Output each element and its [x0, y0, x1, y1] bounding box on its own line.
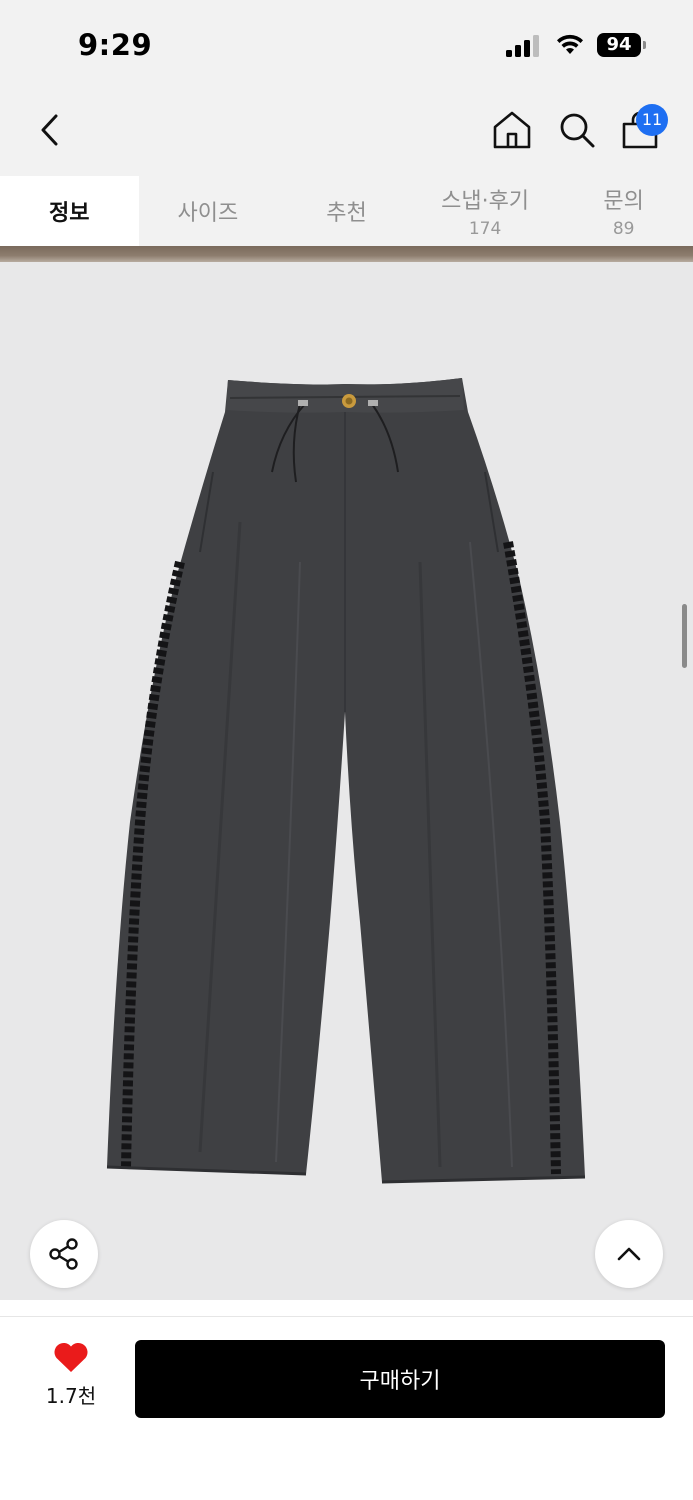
- tab-label: 문의: [603, 189, 644, 214]
- tab-bar: 정보 사이즈 추천 스냅·후기 174 문의 89: [0, 176, 693, 246]
- tab-label: 추천: [326, 201, 367, 226]
- home-icon[interactable]: [490, 108, 534, 152]
- battery-cap: [643, 41, 646, 49]
- scroll-indicator[interactable]: [682, 604, 687, 668]
- share-icon: [49, 1238, 78, 1270]
- product-image[interactable]: [0, 262, 693, 1300]
- buy-button[interactable]: 구매하기: [135, 1340, 665, 1418]
- cart-count-badge: 11: [636, 104, 668, 136]
- search-icon[interactable]: [555, 108, 599, 152]
- tab-count: 174: [468, 219, 502, 239]
- battery-level: 94: [597, 33, 641, 57]
- trousers-image: [106, 378, 586, 1184]
- tab-size[interactable]: 사이즈: [139, 176, 278, 246]
- chevron-up-icon: [617, 1247, 641, 1261]
- tab-info[interactable]: 정보: [0, 176, 139, 246]
- scroll-top-button[interactable]: [595, 1220, 663, 1288]
- heart-icon: [54, 1342, 88, 1372]
- tab-label: 사이즈: [177, 201, 239, 226]
- tab-label: 정보: [49, 201, 90, 226]
- like-button[interactable]: 1.7천: [30, 1340, 112, 1420]
- tab-snap-review[interactable]: 스냅·후기 174: [416, 176, 555, 246]
- tab-inquiry[interactable]: 문의 89: [554, 176, 693, 246]
- back-chevron-icon[interactable]: [30, 110, 70, 150]
- status-bar: 9:29 94: [0, 0, 693, 90]
- cellular-signal-icon: [506, 35, 539, 57]
- share-button[interactable]: [30, 1220, 98, 1288]
- battery-icon: 94: [597, 33, 647, 59]
- like-count: 1.7천: [45, 1384, 97, 1408]
- nav-header: [0, 90, 693, 176]
- image-top-edge: [0, 246, 693, 262]
- tab-count: 89: [612, 219, 635, 239]
- tab-recommend[interactable]: 추천: [277, 176, 416, 246]
- status-time: 9:29: [78, 28, 153, 62]
- bottom-divider: [0, 1316, 693, 1317]
- tab-label: 스냅·후기: [441, 189, 530, 214]
- wifi-icon: [557, 34, 583, 54]
